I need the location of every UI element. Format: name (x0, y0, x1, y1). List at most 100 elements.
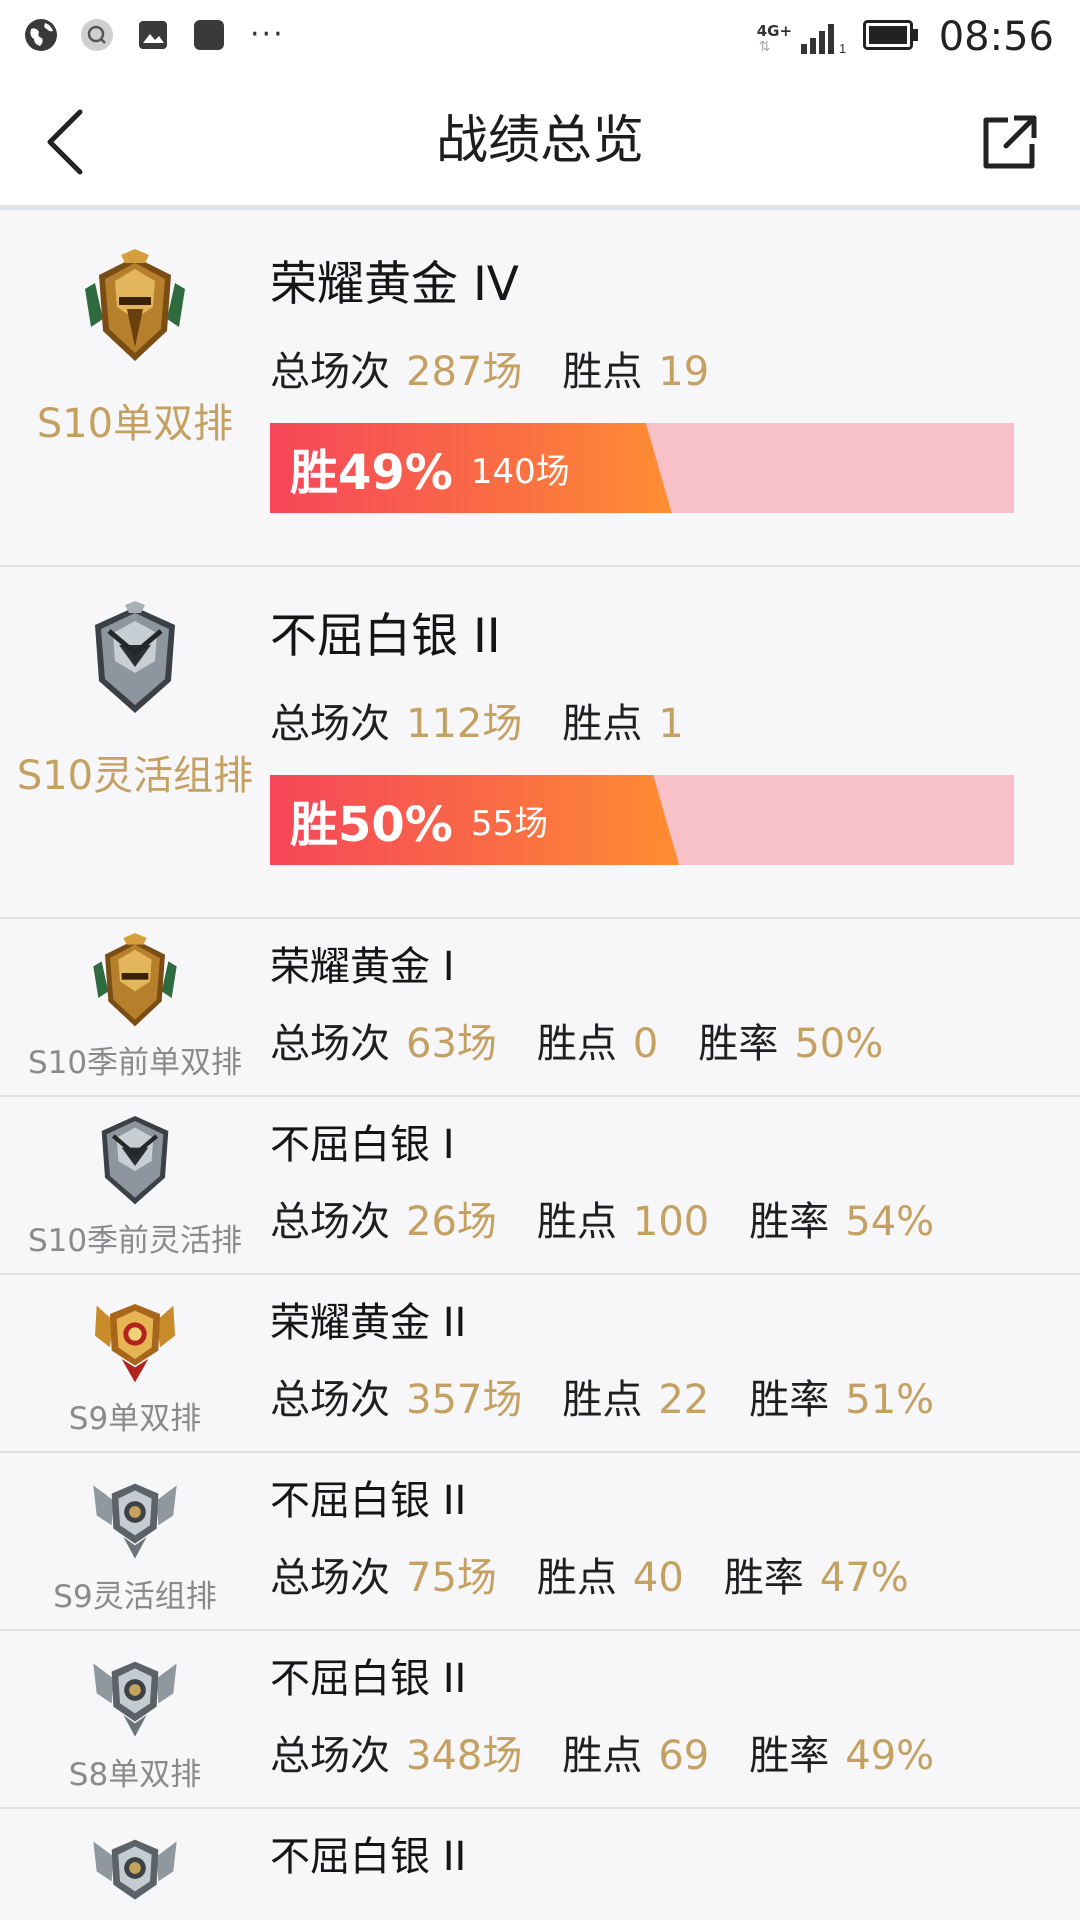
status-notifications: ··· (22, 16, 285, 54)
rank-title: 不屈白银 II (270, 1656, 467, 1702)
queue-name: S10灵活组排 (16, 753, 254, 799)
share-external-icon (983, 115, 1037, 169)
rank-card[interactable]: S9灵活组排 不屈白银 II 总场次 75场 胜点 40 胜率 47% (0, 1453, 1080, 1631)
battery-icon (862, 20, 919, 54)
silver-crest-icon (93, 1839, 177, 1900)
rank-stats: 总场次 26场 胜点 100 胜率 54% (270, 1189, 1080, 1247)
lp-value: 100 (632, 1199, 710, 1245)
queue-name: S10单双排 (36, 401, 234, 447)
total-games-value: 348场 (406, 1733, 523, 1779)
status-bar: ··· 4G+ ⇅ 1 08:56 (0, 0, 1080, 76)
wins-count: 140场 (470, 451, 570, 492)
total-games-label: 总场次 (270, 1021, 390, 1067)
total-games-value: 357场 (406, 1377, 523, 1423)
rank-stats: 总场次 357场 胜点 22 胜率 51% (270, 1367, 1080, 1425)
lp-label: 胜点 (536, 1021, 617, 1067)
lp-value: 22 (658, 1377, 710, 1423)
rank-info: 荣耀黄金 II 总场次 357场 胜点 22 胜率 51% (270, 1297, 1080, 1425)
total-games-label: 总场次 (270, 1555, 390, 1601)
rank-title: 荣耀黄金 I (270, 944, 455, 990)
win-rate-label: 胜率 (698, 1021, 779, 1067)
globe-icon (22, 16, 60, 54)
more-notifications-icon: ··· (250, 17, 285, 52)
rank-title: 不屈白银 I (270, 1122, 455, 1168)
gold-emblem-icon (85, 249, 185, 361)
lp-value: 69 (658, 1733, 710, 1779)
rank-title: 荣耀黄金 IV (270, 257, 519, 312)
win-rate-label: 胜50% 55场 (290, 775, 548, 865)
rank-badge: S8单双排 (0, 1645, 270, 1794)
clock: 08:56 (938, 14, 1054, 60)
win-rate-bar: 胜49% 140场 (270, 423, 1014, 513)
rank-info: 荣耀黄金 IV 总场次 287场 胜点 19 胜49% 140场 (270, 255, 1080, 513)
image-icon (134, 16, 172, 54)
win-rate-text: 胜50% (290, 797, 453, 853)
rank-badge: S9灵活组排 (0, 1467, 270, 1616)
win-rate-label: 胜率 (723, 1555, 804, 1601)
lp-label: 胜点 (536, 1199, 617, 1245)
rank-badge: S10单双排 (0, 249, 270, 449)
win-rate-label: 胜率 (749, 1377, 830, 1423)
rank-title: 荣耀黄金 II (270, 1300, 467, 1346)
rank-card[interactable]: S10季前单双排 荣耀黄金 I 总场次 63场 胜点 0 胜率 50% (0, 919, 1080, 1097)
rank-card[interactable]: S9单双排 荣耀黄金 II 总场次 357场 胜点 22 胜率 51% (0, 1275, 1080, 1453)
rank-badge (0, 1823, 270, 1920)
win-rate-bar: 胜50% 55场 (270, 775, 1014, 865)
page-title: 战绩总览 (435, 111, 644, 171)
win-rate-value: 51% (845, 1377, 935, 1423)
signal-icon: 1 (800, 20, 849, 54)
gold-crest-icon (95, 1304, 175, 1383)
lp-value: 40 (632, 1555, 684, 1601)
rank-badge: S10季前单双排 (0, 933, 270, 1082)
queue-name: S8单双排 (68, 1757, 202, 1793)
queue-name: S10季前灵活排 (27, 1223, 243, 1259)
lp-label: 胜点 (536, 1555, 617, 1601)
silver-crest-icon (93, 1661, 177, 1737)
win-rate-label: 胜率 (749, 1199, 830, 1245)
win-rate-value: 50% (794, 1021, 884, 1067)
win-rate-text: 胜49% (290, 445, 453, 501)
svg-text:1: 1 (839, 41, 846, 54)
rank-list: S10单双排 荣耀黄金 IV 总场次 287场 胜点 19 胜49% 140场 (0, 215, 1080, 1920)
rank-info: 不屈白银 II 总场次 75场 胜点 40 胜率 47% (270, 1475, 1080, 1603)
rank-stats: 总场次 348场 胜点 69 胜率 49% (270, 1723, 1080, 1781)
rank-stats: 总场次 112场 胜点 1 (270, 691, 1080, 749)
win-rate-label: 胜率 (749, 1733, 830, 1779)
win-rate-value: 47% (819, 1555, 909, 1601)
lp-label: 胜点 (562, 701, 643, 747)
lp-label: 胜点 (562, 1377, 643, 1423)
rank-card[interactable]: S8单双排 不屈白银 II 总场次 348场 胜点 69 胜率 49% (0, 1631, 1080, 1809)
total-games-value: 112场 (406, 701, 523, 747)
total-games-label: 总场次 (270, 349, 390, 395)
rank-info: 不屈白银 II 总场次 112场 胜点 1 胜50% 55场 (270, 607, 1080, 865)
network-type: 4G+ ⇅ (756, 22, 793, 55)
rank-stats: 总场次 75场 胜点 40 胜率 47% (270, 1545, 1080, 1603)
rank-card[interactable]: S10灵活组排 不屈白银 II 总场次 112场 胜点 1 胜50% 55场 (0, 567, 1080, 919)
total-games-value: 26场 (406, 1199, 497, 1245)
total-games-label: 总场次 (270, 1377, 390, 1423)
rank-stats: 总场次 287场 胜点 19 (270, 339, 1080, 397)
lp-label: 胜点 (562, 349, 643, 395)
rank-card[interactable]: S10单双排 荣耀黄金 IV 总场次 287场 胜点 19 胜49% 140场 (0, 215, 1080, 567)
queue-name: S9灵活组排 (53, 1579, 217, 1615)
rank-card[interactable]: S10季前灵活排 不屈白银 I 总场次 26场 胜点 100 胜率 54% (0, 1097, 1080, 1275)
rank-title: 不屈白银 II (270, 1834, 467, 1880)
data-arrows-icon: ⇅ (758, 39, 771, 55)
win-rate-value: 54% (845, 1199, 935, 1245)
rank-info: 不屈白银 I 总场次 26场 胜点 100 胜率 54% (270, 1119, 1080, 1247)
search-app-icon (78, 16, 116, 54)
rank-title: 不屈白银 II (270, 1478, 467, 1524)
status-system: 4G+ ⇅ 1 08:56 (757, 12, 1054, 62)
total-games-value: 63场 (406, 1021, 497, 1067)
queue-name: S9单双排 (68, 1401, 202, 1437)
win-rate-label: 胜49% 140场 (290, 423, 570, 513)
rank-info: 荣耀黄金 I 总场次 63场 胜点 0 胜率 50% (270, 941, 1080, 1069)
total-games-label: 总场次 (270, 1199, 390, 1245)
rank-stats: 总场次 63场 胜点 0 胜率 50% (270, 1011, 1080, 1069)
rank-title: 不屈白银 II (270, 609, 501, 664)
rank-card[interactable]: 不屈白银 II (0, 1809, 1080, 1920)
silver-emblem-icon (95, 601, 175, 713)
app-square-icon (190, 16, 228, 54)
gold-emblem-icon (93, 933, 177, 1027)
share-button[interactable] (978, 112, 1040, 174)
